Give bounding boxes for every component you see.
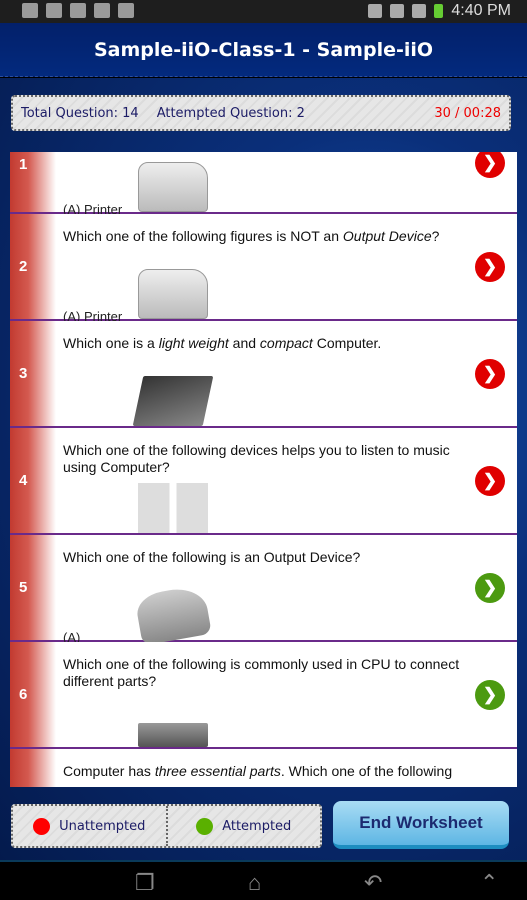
legend-unattempted: Unattempted [59, 818, 146, 834]
clock: 4:40 PM [451, 2, 511, 19]
question-text-part: light weight [158, 335, 229, 351]
attempted-questions: Attempted Question: 2 [156, 105, 305, 121]
question-text-part: Computer. [312, 335, 382, 351]
end-worksheet-button[interactable]: End Worksheet [333, 801, 509, 849]
app-title: Sample-iiO-Class-1 - Sample-iiO [0, 23, 527, 77]
printer-image [138, 269, 208, 319]
home-icon[interactable]: ⌂ [248, 870, 261, 896]
question-row[interactable]: 7 Computer has three essential parts. Whi… [10, 749, 517, 787]
question-row[interactable]: 1 (A) Printer ❯ [10, 152, 517, 217]
question-text: Which one of the following figures is NO… [63, 228, 463, 245]
battery-icon [434, 4, 444, 18]
total-questions: Total Question: 14 [21, 105, 139, 121]
vibrate-icon [368, 4, 383, 18]
question-text-part: ? [431, 228, 440, 244]
nav-bar: ❐ ⌂ ↶ ⌃ [0, 860, 527, 900]
question-row[interactable]: 2 Which one of the following figures is N… [10, 214, 517, 324]
question-text-part: Which one of the following devices helps… [63, 442, 450, 475]
speaker-image [138, 483, 208, 533]
sync-icon [70, 3, 86, 18]
question-row[interactable]: 6 Which one of the following is commonly … [10, 642, 517, 749]
question-text-part: compact [259, 335, 313, 351]
usb-icon [22, 3, 38, 18]
question-text-part: and [228, 335, 260, 351]
chevron-right-icon[interactable]: ❯ [475, 251, 505, 282]
mail-icon [46, 3, 62, 18]
drive-image [138, 723, 208, 747]
question-number: 3 [10, 321, 56, 426]
question-row[interactable]: 3 Which one is a light weight and compact… [10, 321, 517, 428]
question-text-part: Which one of the following is an Output … [63, 549, 361, 565]
question-number: 2 [10, 214, 56, 319]
signal-icon [412, 4, 427, 18]
question-text-part: three essential parts [154, 763, 281, 779]
attempted-dot-icon [196, 817, 214, 835]
question-text: Which one is a light weight and compact … [63, 335, 463, 352]
scanner-image [134, 584, 212, 646]
question-text: Which one of the following is commonly u… [63, 656, 463, 690]
question-text-part: Which one is a [63, 335, 159, 351]
question-text-part: Computer has [63, 763, 155, 779]
question-row[interactable]: 5 Which one of the following is an Output… [10, 535, 517, 646]
question-text: Which one of the following devices helps… [63, 442, 463, 476]
chevron-right-icon[interactable]: ❯ [475, 572, 505, 603]
timer: 30 / 00:28 [434, 105, 501, 121]
back-icon[interactable]: ↶ [364, 870, 382, 896]
question-text-part: Which one of the following figures is NO… [63, 228, 343, 244]
chevron-right-icon[interactable]: ❯ [475, 358, 505, 389]
question-number: 6 [10, 642, 56, 747]
legend: Unattempted Attempted [11, 804, 322, 848]
info-bar: Total Question: 14 Attempted Question: 2… [11, 95, 511, 131]
question-text: Computer has three essential parts. Whic… [63, 763, 463, 780]
legend-attempted: Attempted [222, 818, 292, 834]
unattempted-dot-icon [33, 817, 51, 835]
chevron-right-icon[interactable]: ❯ [475, 465, 505, 496]
printer-image [138, 162, 208, 212]
download-icon [118, 3, 134, 18]
question-list[interactable]: 1 (A) Printer ❯ 2 Which one of the following… [10, 152, 517, 787]
laptop-image [132, 376, 214, 426]
question-number: 5 [10, 535, 56, 640]
chevron-right-icon[interactable]: ❯ [475, 679, 505, 710]
wifi-icon [390, 4, 405, 18]
menu-up-icon[interactable]: ⌃ [480, 870, 498, 896]
question-text: Which one of the following is an Output … [63, 549, 463, 566]
question-number: 1 [10, 152, 56, 212]
recent-apps-icon[interactable]: ❐ [135, 870, 155, 896]
question-number: 7 [10, 749, 56, 787]
chevron-right-icon[interactable]: ❯ [475, 152, 505, 178]
question-row[interactable]: 4 Which one of the following devices help… [10, 428, 517, 535]
sd-card-icon [94, 3, 110, 18]
status-bar: 4:40 PM [0, 0, 527, 23]
question-text-part: Output Device [342, 228, 432, 244]
question-text-part: Which one of the following is commonly u… [63, 656, 460, 689]
question-number: 4 [10, 428, 56, 533]
question-text-part: . Which one of the following [280, 763, 453, 779]
